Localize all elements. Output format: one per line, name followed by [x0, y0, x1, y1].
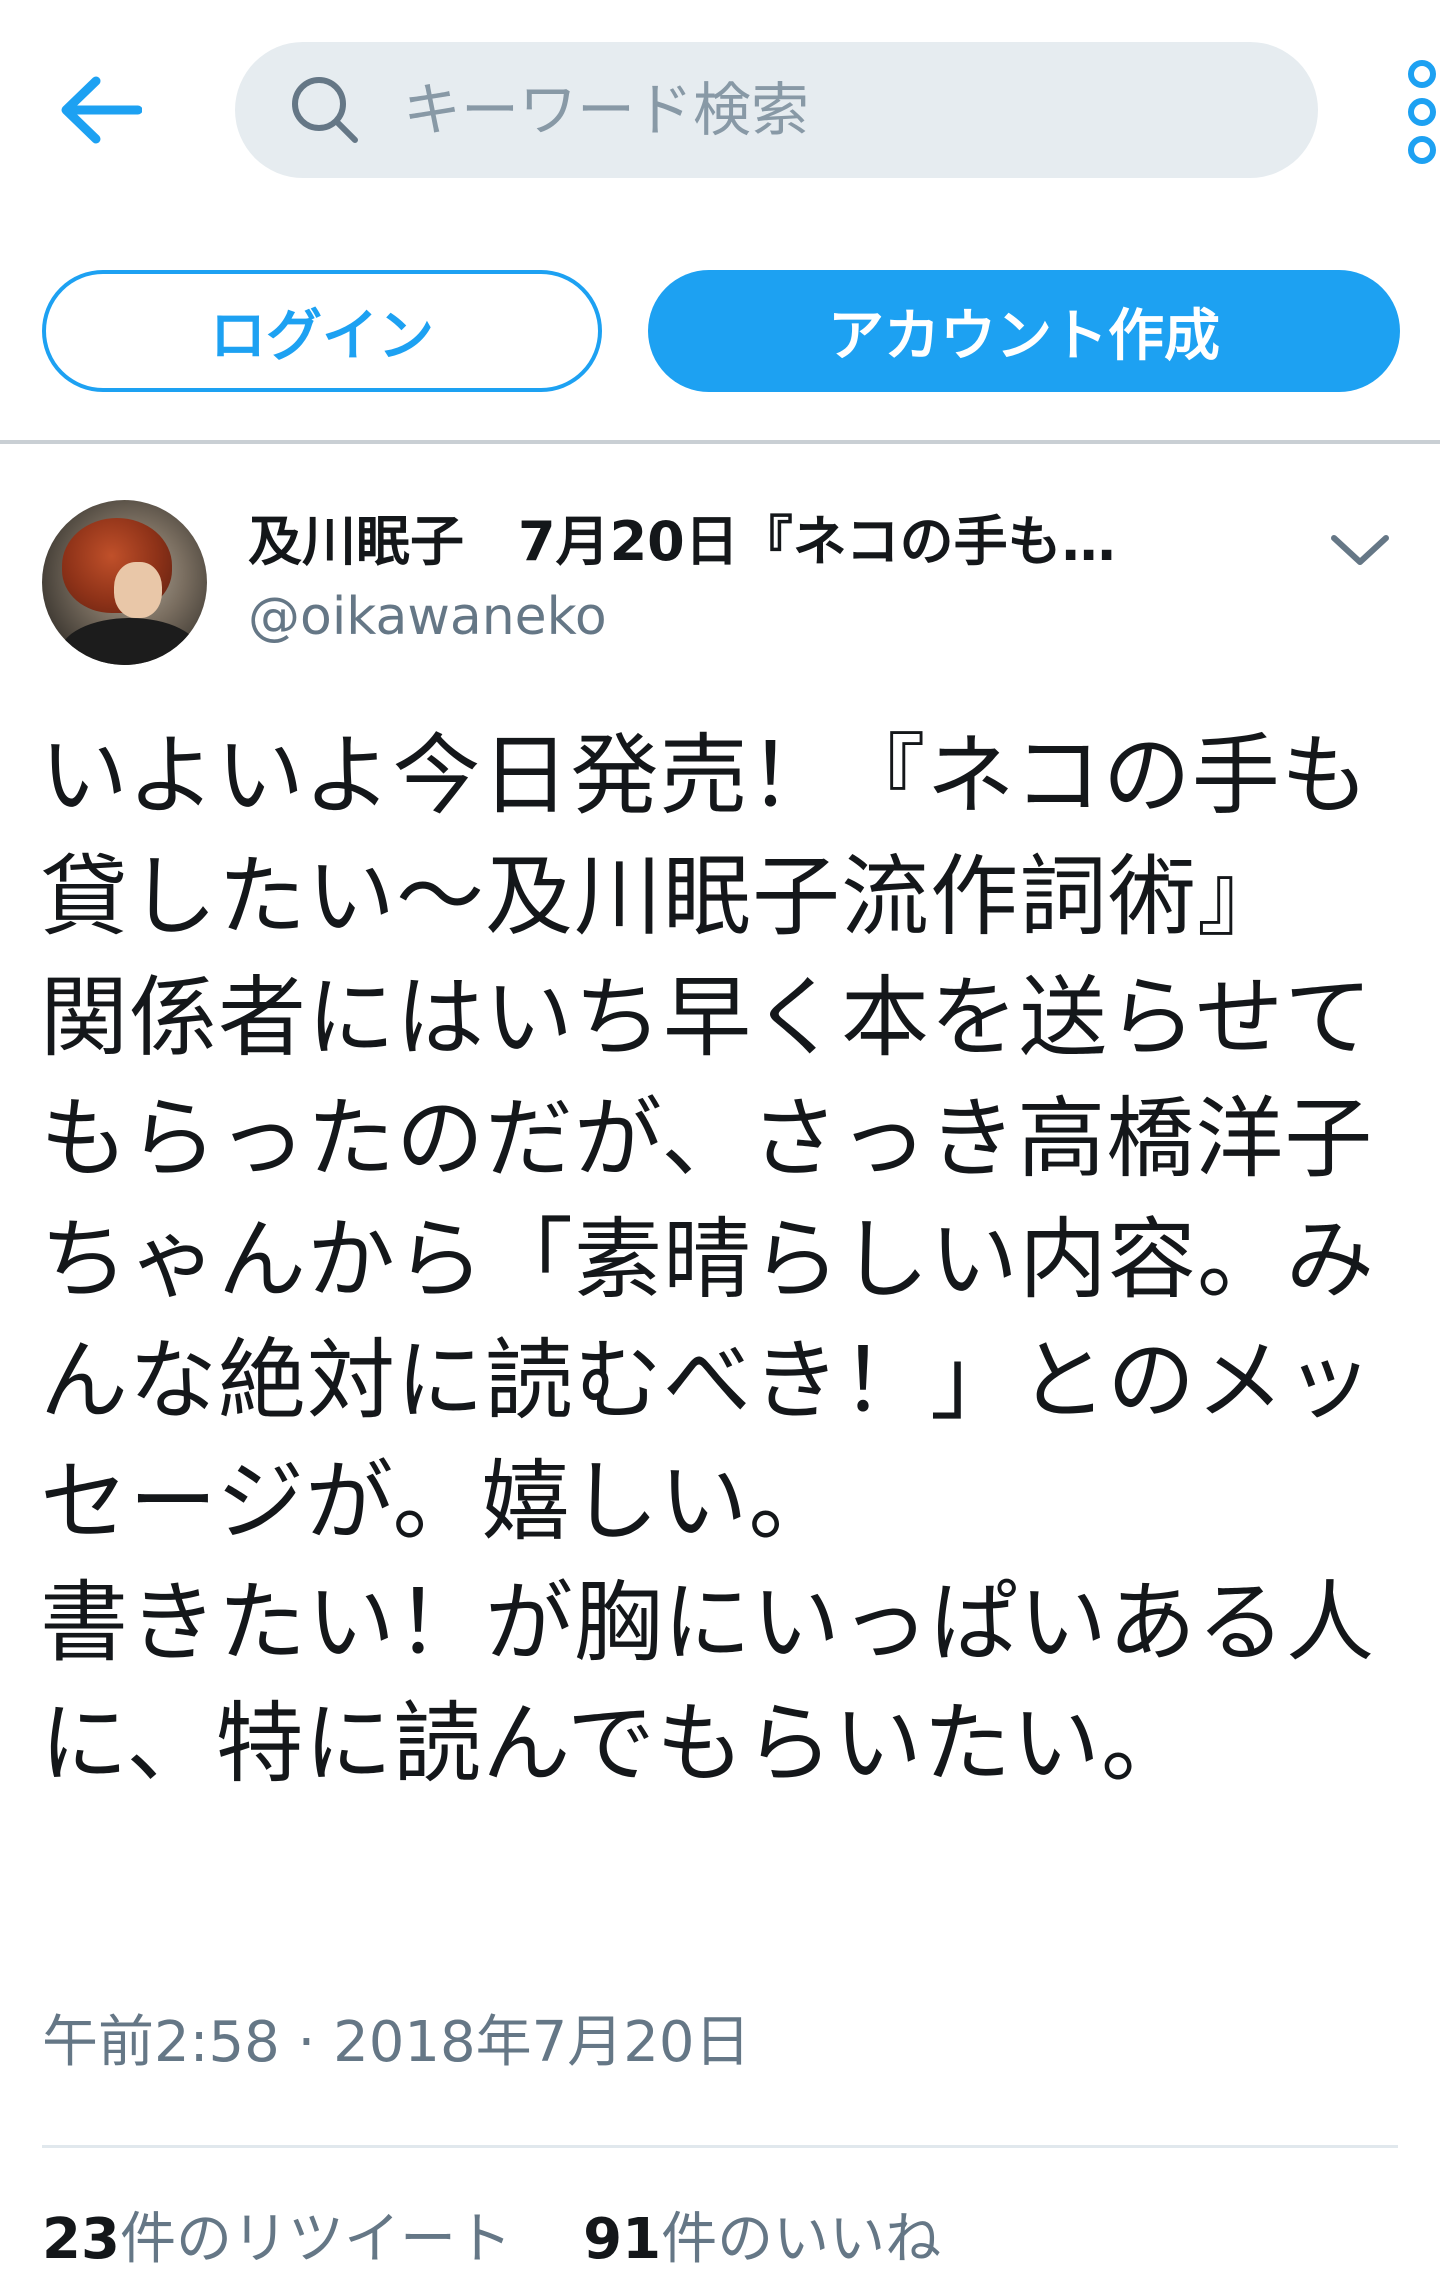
tweet-timestamp[interactable]: 午前2:58 · 2018年7月20日 — [42, 2003, 751, 2083]
retweet-count[interactable]: 23 — [42, 2207, 120, 2272]
auth-buttons: ログイン アカウント作成 — [0, 270, 1440, 395]
back-button[interactable] — [50, 60, 150, 160]
tweet-stats: 23件のリツイート 91件のいいね — [42, 2200, 1402, 2280]
retweet-label[interactable]: 件のリツイート — [120, 2207, 512, 2272]
signup-button[interactable]: アカウント作成 — [648, 270, 1400, 392]
chevron-down-icon — [1331, 535, 1389, 565]
divider — [42, 2145, 1398, 2148]
avatar[interactable] — [42, 500, 207, 665]
divider — [0, 440, 1440, 444]
search-bar[interactable] — [235, 42, 1318, 178]
login-button[interactable]: ログイン — [42, 270, 602, 392]
more-options-button[interactable] — [1400, 52, 1440, 172]
like-label[interactable]: 件のいいね — [661, 2207, 941, 2272]
top-bar — [0, 0, 1440, 220]
tweet-menu-button[interactable] — [1320, 510, 1400, 590]
search-input[interactable] — [403, 76, 1223, 144]
tweet-text: いよいよ今日発売！『ネコの手も貸したい〜及川眠子流作詞術』 関係者にはいち早く本… — [40, 724, 1376, 1795]
search-icon — [285, 70, 365, 150]
user-handle[interactable]: @oikawaneko — [248, 582, 607, 652]
arrow-left-icon — [61, 76, 142, 144]
like-count[interactable]: 91 — [583, 2207, 661, 2272]
tweet-header: 及川眠子 7月20日『ネコの手も… @oikawaneko — [0, 490, 1440, 680]
display-name[interactable]: 及川眠子 7月20日『ネコの手も… — [248, 502, 1238, 582]
more-vertical-icon — [1408, 60, 1436, 164]
